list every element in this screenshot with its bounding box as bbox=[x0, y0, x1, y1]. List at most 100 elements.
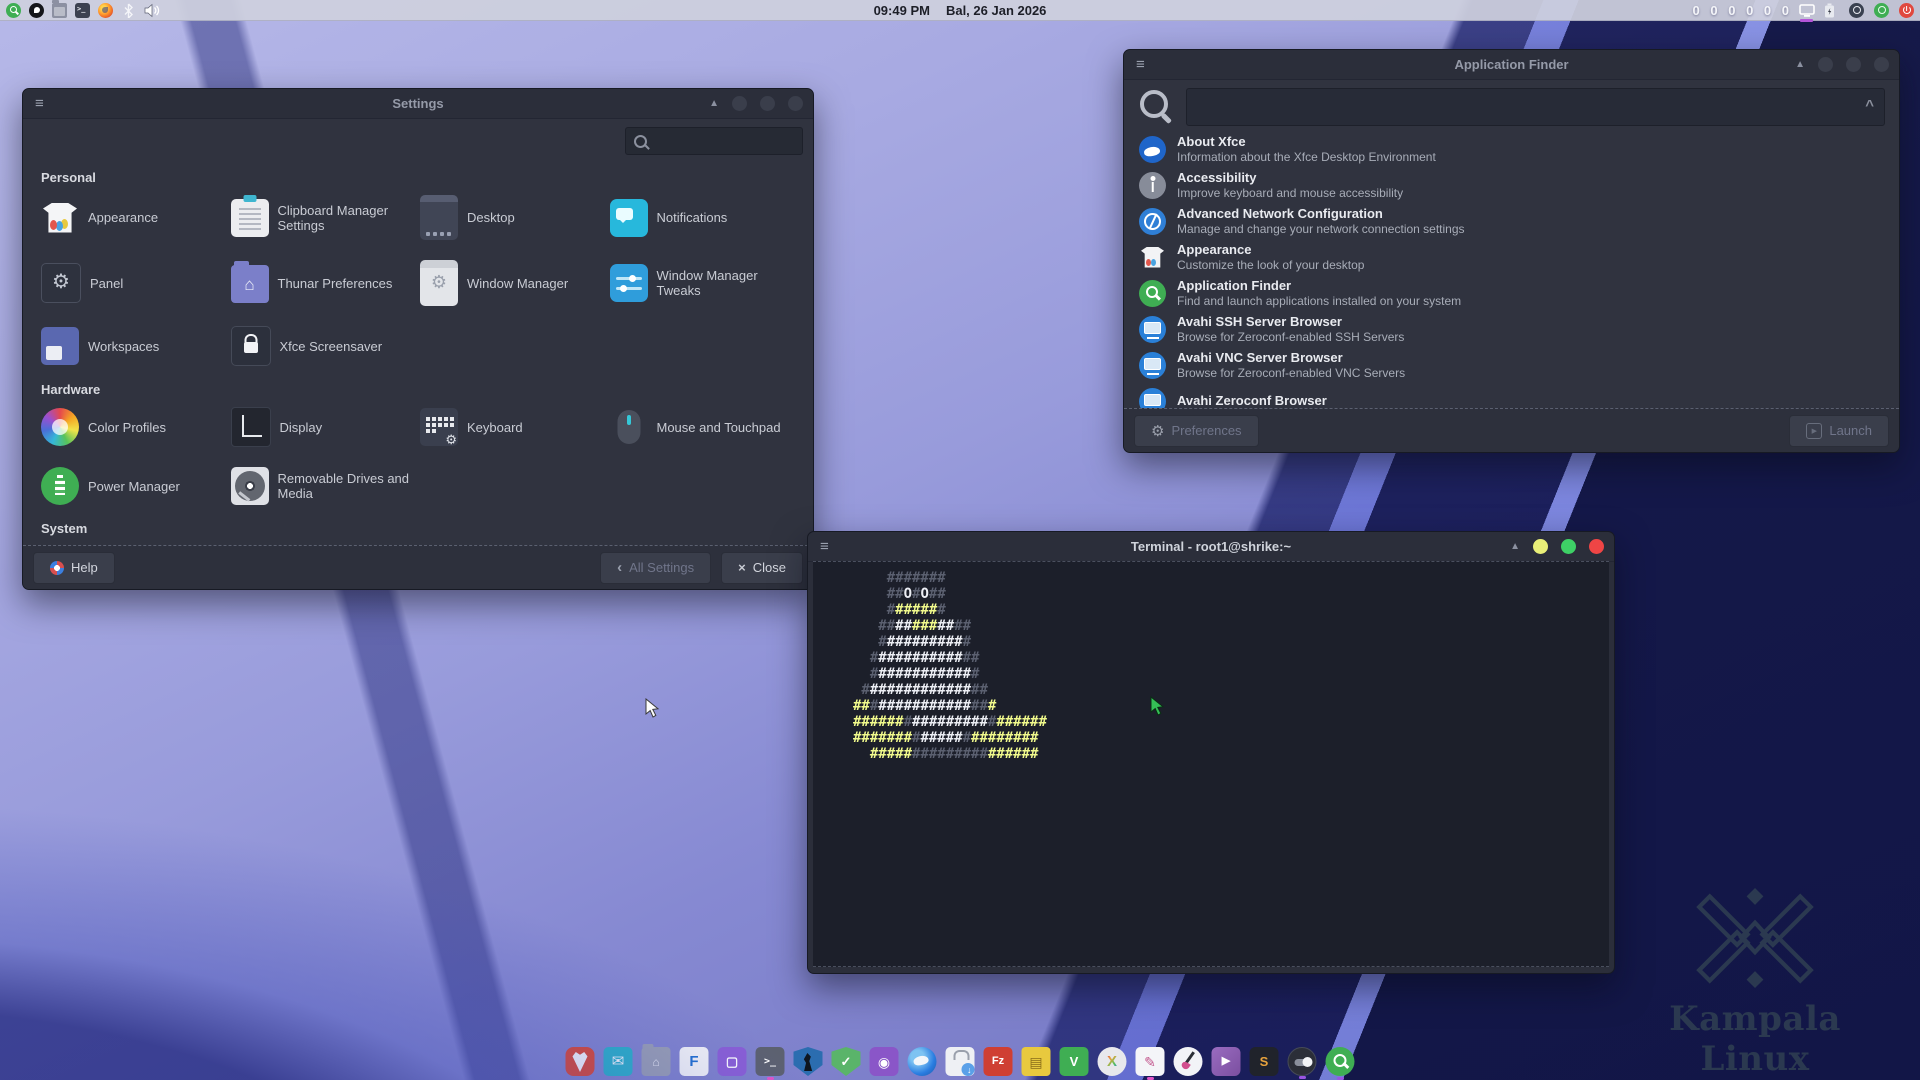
finder-search-area: ^ bbox=[1124, 80, 1899, 132]
close-button[interactable] bbox=[1874, 57, 1889, 72]
terminal-tray-icon[interactable] bbox=[75, 3, 90, 18]
close-button[interactable] bbox=[788, 96, 803, 111]
finder-app-row[interactable]: Application Finder Find and launch appli… bbox=[1124, 275, 1899, 311]
all-settings-button[interactable]: ‹ All Settings bbox=[600, 552, 711, 584]
dock-icon[interactable]: Fz bbox=[984, 1047, 1013, 1076]
minimize-button[interactable] bbox=[1818, 57, 1833, 72]
dock-icon[interactable]: ⌂ bbox=[642, 1047, 671, 1076]
dock-icon-glyph: S bbox=[1260, 1055, 1269, 1068]
fastfetch-value: Xfce4 4.20 bbox=[1196, 769, 1295, 770]
preferences-button[interactable]: ⚙ Preferences bbox=[1134, 415, 1259, 447]
settings-item[interactable]: Power Manager bbox=[41, 467, 227, 505]
dock-icon[interactable] bbox=[1174, 1047, 1203, 1076]
display-icon[interactable] bbox=[1799, 3, 1814, 18]
terminal-titlebar[interactable]: ≡ Terminal - root1@shrike:~ ▲ bbox=[808, 532, 1614, 562]
bluetooth-icon[interactable] bbox=[121, 3, 136, 18]
help-button[interactable]: Help bbox=[33, 552, 115, 584]
window-menu-icon[interactable]: ≡ bbox=[1124, 50, 1157, 79]
dock-icon[interactable]: ✎ bbox=[1136, 1047, 1165, 1076]
finder-search-input[interactable]: ^ bbox=[1186, 88, 1885, 126]
settings-item[interactable]: Window Manager bbox=[420, 260, 606, 306]
dock-icon[interactable]: ▤ bbox=[1022, 1047, 1051, 1076]
finder-app-row[interactable]: Accessibility Improve keyboard and mouse… bbox=[1124, 167, 1899, 203]
media-tray-icon[interactable] bbox=[29, 3, 44, 18]
finder-app-row[interactable]: About Xfce Information about the Xfce De… bbox=[1124, 131, 1899, 167]
dock-icon[interactable]: ◉ bbox=[870, 1047, 899, 1076]
shade-icon[interactable]: ▲ bbox=[1795, 59, 1805, 70]
minimize-button[interactable] bbox=[732, 96, 747, 111]
settings-item[interactable]: Desktop bbox=[420, 195, 606, 240]
settings-item[interactable]: Xfce Screensaver bbox=[231, 326, 417, 366]
finder-titlebar[interactable]: ≡ Application Finder ▲ bbox=[1124, 50, 1899, 80]
settings-item[interactable]: Display bbox=[231, 407, 417, 447]
fastfetch-value: Dracula [GTK2/3/4] bbox=[1224, 820, 1396, 821]
dock-icon[interactable]: ▢ bbox=[718, 1047, 747, 1076]
settings-item[interactable]: Color Profiles bbox=[41, 407, 227, 447]
settings-item-icon bbox=[231, 407, 271, 447]
fastfetch-value: dracula-icons-main [GTK2/3/4] bbox=[1224, 837, 1495, 838]
fastfetch-line: CPU: Intel(R) Core(TM) i5-7500 @ 3.41 GH… bbox=[1061, 889, 1607, 906]
online-status-icon[interactable] bbox=[1874, 3, 1889, 18]
settings-item[interactable]: Workspaces bbox=[41, 326, 227, 366]
settings-item[interactable]: Removable Drives and Media bbox=[231, 467, 417, 505]
window-menu-icon[interactable]: ≡ bbox=[23, 89, 56, 118]
window-menu-icon[interactable]: ≡ bbox=[808, 532, 841, 561]
settings-item[interactable]: Window Manager Tweaks bbox=[610, 260, 796, 306]
maximize-button[interactable] bbox=[760, 96, 775, 111]
finder-app-row[interactable]: Appearance Customize the look of your de… bbox=[1124, 239, 1899, 275]
settings-window-title: Settings bbox=[23, 96, 813, 111]
dock-icon[interactable]: S bbox=[1250, 1047, 1279, 1076]
settings-item[interactable]: Thunar Preferences bbox=[231, 260, 417, 306]
dock-icon[interactable]: V bbox=[1060, 1047, 1089, 1076]
status-circle-icon[interactable] bbox=[1849, 3, 1864, 18]
dock-icon[interactable]: ▶ bbox=[1212, 1047, 1241, 1076]
battery-icon[interactable] bbox=[1824, 3, 1839, 18]
personal-grid: Appearance Clipboard Manager Settings De… bbox=[41, 195, 795, 366]
settings-titlebar[interactable]: ≡ Settings ▲ bbox=[23, 89, 813, 119]
dock-icon[interactable] bbox=[794, 1047, 823, 1076]
settings-window: ≡ Settings ▲ Personal Appearance bbox=[22, 88, 814, 590]
dock-icon[interactable]: F bbox=[680, 1047, 709, 1076]
shade-icon[interactable]: ▲ bbox=[1510, 541, 1520, 552]
dock-icon[interactable]: ↓ bbox=[946, 1047, 975, 1076]
workspace-indicators[interactable]: 0 0 0 0 0 0 bbox=[1693, 3, 1789, 18]
settings-item[interactable]: Clipboard Manager Settings bbox=[231, 195, 417, 240]
minimize-button[interactable] bbox=[1533, 539, 1548, 554]
dock-icon[interactable]: ✓ bbox=[832, 1047, 861, 1076]
settings-item[interactable]: Keyboard bbox=[420, 407, 606, 447]
file-manager-tray-icon[interactable] bbox=[52, 3, 67, 18]
fastfetch-line: Cursor: Future bbox=[1061, 855, 1607, 872]
dock-icon[interactable] bbox=[566, 1047, 595, 1076]
launch-button[interactable]: ▶ Launch bbox=[1789, 415, 1889, 447]
settings-search-input[interactable] bbox=[625, 127, 803, 155]
help-button-label: Help bbox=[71, 560, 98, 575]
power-icon[interactable] bbox=[1899, 3, 1914, 18]
chevron-up-icon[interactable]: ^ bbox=[1865, 97, 1874, 114]
dock-icon[interactable] bbox=[908, 1047, 937, 1076]
close-button-footer[interactable]: × Close bbox=[721, 552, 803, 584]
maximize-button[interactable] bbox=[1846, 57, 1861, 72]
volume-icon[interactable] bbox=[144, 3, 159, 18]
finder-app-row[interactable]: Avahi VNC Server Browser Browse for Zero… bbox=[1124, 347, 1899, 383]
firefox-tray-icon[interactable] bbox=[98, 3, 113, 18]
finder-app-row[interactable]: Avahi Zeroconf Browser bbox=[1124, 383, 1899, 408]
settings-item[interactable]: Panel bbox=[41, 260, 227, 306]
maximize-button[interactable] bbox=[1561, 539, 1576, 554]
settings-item[interactable]: Appearance bbox=[41, 195, 227, 240]
fastfetch-value: 972.67 MiB / 2.76 GiB ( bbox=[1233, 939, 1450, 940]
finder-app-row[interactable]: Avahi SSH Server Browser Browse for Zero… bbox=[1124, 311, 1899, 347]
settings-item-label: Mouse and Touchpad bbox=[657, 420, 781, 435]
settings-item[interactable]: Notifications bbox=[610, 195, 796, 240]
dock-icon[interactable] bbox=[1326, 1047, 1355, 1076]
dock-icon[interactable]: X bbox=[1098, 1047, 1127, 1076]
app-finder-tray-icon[interactable] bbox=[6, 3, 21, 18]
panel-clock[interactable]: 09:49 PM Bal, 26 Jan 2026 bbox=[0, 0, 1920, 20]
shade-icon[interactable]: ▲ bbox=[709, 98, 719, 109]
finder-app-row[interactable]: Advanced Network Configuration Manage an… bbox=[1124, 203, 1899, 239]
dock-icon[interactable] bbox=[1288, 1047, 1317, 1076]
settings-item[interactable]: Mouse and Touchpad bbox=[610, 407, 796, 447]
dock-icon[interactable]: ✉ bbox=[604, 1047, 633, 1076]
dock-icon[interactable]: >_ bbox=[756, 1047, 785, 1076]
close-button[interactable] bbox=[1589, 539, 1604, 554]
terminal-window-title: Terminal - root1@shrike:~ bbox=[808, 539, 1614, 554]
